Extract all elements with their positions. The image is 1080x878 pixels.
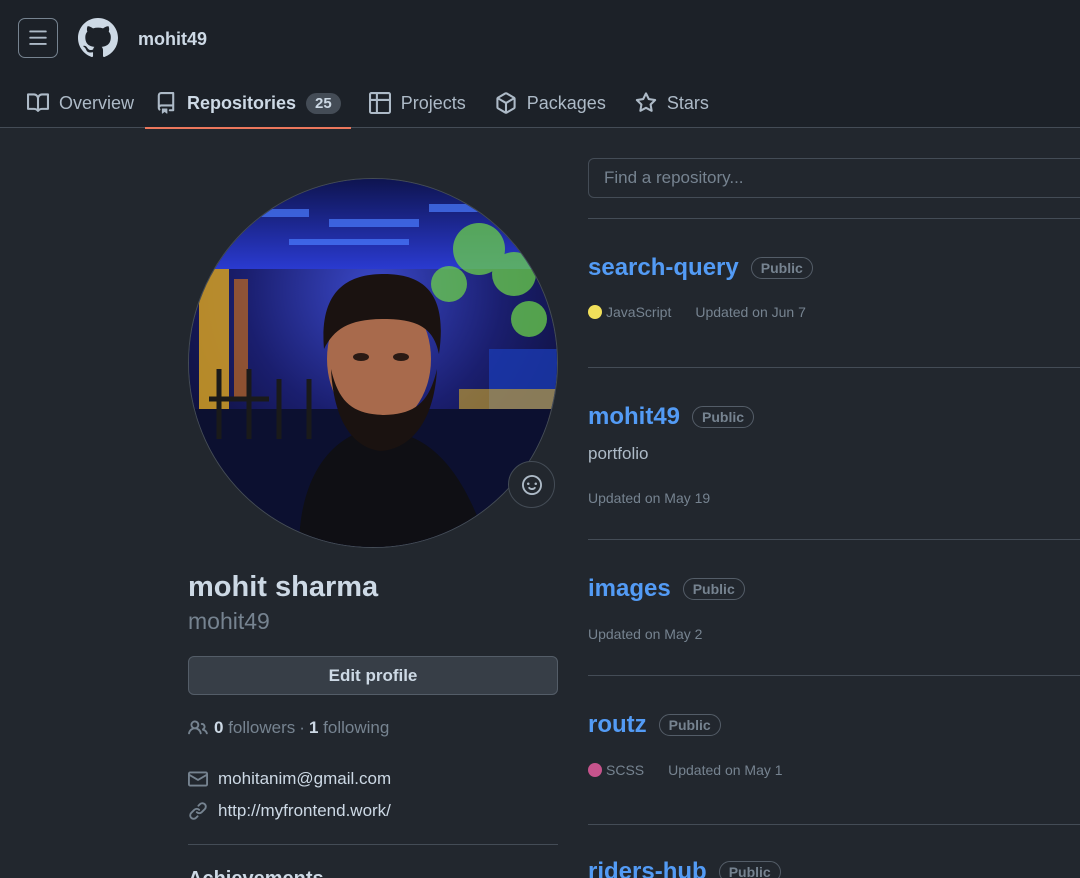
smiley-icon [521, 474, 542, 495]
repo-updated: Updated on May 19 [588, 490, 711, 506]
repo-link[interactable]: routz [588, 711, 647, 739]
link-icon [189, 802, 207, 820]
email-row: mohitanim@gmail.com [188, 769, 391, 789]
repo-meta: Updated on May 19 [588, 490, 710, 506]
website-row: http://myfrontend.work/ [188, 801, 391, 821]
profile-fullname: mohit sharma [188, 571, 379, 603]
following-label: following [323, 718, 390, 737]
book-icon [27, 93, 49, 112]
tab-projects[interactable]: Projects [359, 78, 476, 128]
repo-link[interactable]: mohit49 [588, 403, 680, 431]
mail-icon [188, 771, 208, 787]
visibility-badge: Public [682, 578, 745, 600]
people-icon [188, 720, 208, 735]
repo-meta: SCSS Updated on May 1 [588, 762, 783, 778]
repo-updated: Updated on Jun 7 [695, 304, 806, 320]
repo-link[interactable]: riders-hub [588, 858, 707, 878]
visibility-badge: Public [692, 406, 755, 428]
followers-label: followers [228, 718, 296, 737]
tab-packages[interactable]: Packages [485, 78, 616, 128]
followers-count: 0 [214, 718, 224, 737]
email-link[interactable]: mohitanim@gmail.com [218, 769, 391, 789]
repo-description: portfolio [588, 444, 649, 463]
repositories-count-badge: 25 [306, 92, 341, 114]
repo-title-row: routz Public [588, 711, 721, 739]
tab-repositories-label: Repositories [187, 92, 297, 113]
repo-title-row: riders-hub Public [588, 858, 781, 878]
repo-meta: JavaScript Updated on Jun 7 [588, 304, 806, 320]
table-icon [368, 92, 391, 114]
tab-stars[interactable]: Stars [625, 78, 719, 128]
following-count: 1 [308, 718, 319, 737]
repo-updated: Updated on May 1 [668, 762, 783, 778]
repo-language: JavaScript [588, 304, 671, 320]
package-icon [496, 92, 516, 114]
sidebar-divider [188, 844, 558, 845]
header-username[interactable]: mohit49 [138, 29, 207, 50]
repo-divider [588, 675, 1080, 676]
repo-title-row: mohit49 Public [588, 403, 755, 431]
find-repository-input[interactable] [588, 158, 1080, 198]
repo-link[interactable]: images [588, 575, 671, 603]
repo-title-row: search-query Public [588, 254, 813, 282]
tab-projects-label: Projects [400, 92, 466, 113]
tab-stars-label: Stars [666, 92, 709, 113]
repo-link[interactable]: search-query [588, 254, 739, 282]
hamburger-icon [29, 30, 47, 45]
edit-profile-button[interactable]: Edit profile [188, 656, 558, 695]
achievements-heading: Achievements [188, 868, 324, 878]
avatar-photo [189, 179, 557, 547]
language-color-dot [588, 305, 602, 319]
github-logo-icon[interactable] [78, 18, 118, 58]
language-label: JavaScript [606, 304, 672, 320]
top-header: mohit49 Overview Repositories 25 Project… [0, 0, 1080, 129]
visibility-badge: Public [750, 257, 813, 279]
repo-icon [157, 92, 175, 114]
repo-divider [588, 824, 1080, 825]
repo-title-row: images Public [588, 575, 745, 603]
visibility-badge: Public [718, 861, 781, 878]
following-link[interactable]: 1 following [309, 718, 389, 738]
repo-divider [588, 218, 1080, 219]
tab-overview[interactable]: Overview [17, 78, 144, 128]
repo-language: SCSS [588, 762, 644, 778]
tab-repositories[interactable]: Repositories 25 [145, 78, 351, 129]
profile-tabs: Overview Repositories 25 Projects Packag… [0, 78, 719, 129]
followers-link[interactable]: 0 followers [214, 718, 295, 738]
repo-divider [588, 539, 1080, 540]
repo-meta: Updated on May 2 [588, 626, 702, 642]
repo-divider [588, 367, 1080, 368]
language-color-dot [588, 763, 602, 777]
profile-login: mohit49 [188, 608, 270, 634]
language-label: SCSS [606, 762, 645, 778]
follow-separator: · [299, 718, 305, 737]
repo-updated: Updated on May 2 [588, 626, 703, 642]
visibility-badge: Public [658, 714, 721, 736]
website-link[interactable]: http://myfrontend.work/ [218, 801, 391, 821]
hamburger-menu-button[interactable] [18, 18, 58, 58]
tab-packages-label: Packages [526, 92, 606, 113]
set-status-button[interactable] [508, 461, 555, 508]
avatar[interactable] [188, 178, 558, 548]
follow-stats: 0 followers · 1 following [188, 718, 389, 738]
star-icon [635, 92, 657, 112]
tab-overview-label: Overview [59, 92, 135, 113]
